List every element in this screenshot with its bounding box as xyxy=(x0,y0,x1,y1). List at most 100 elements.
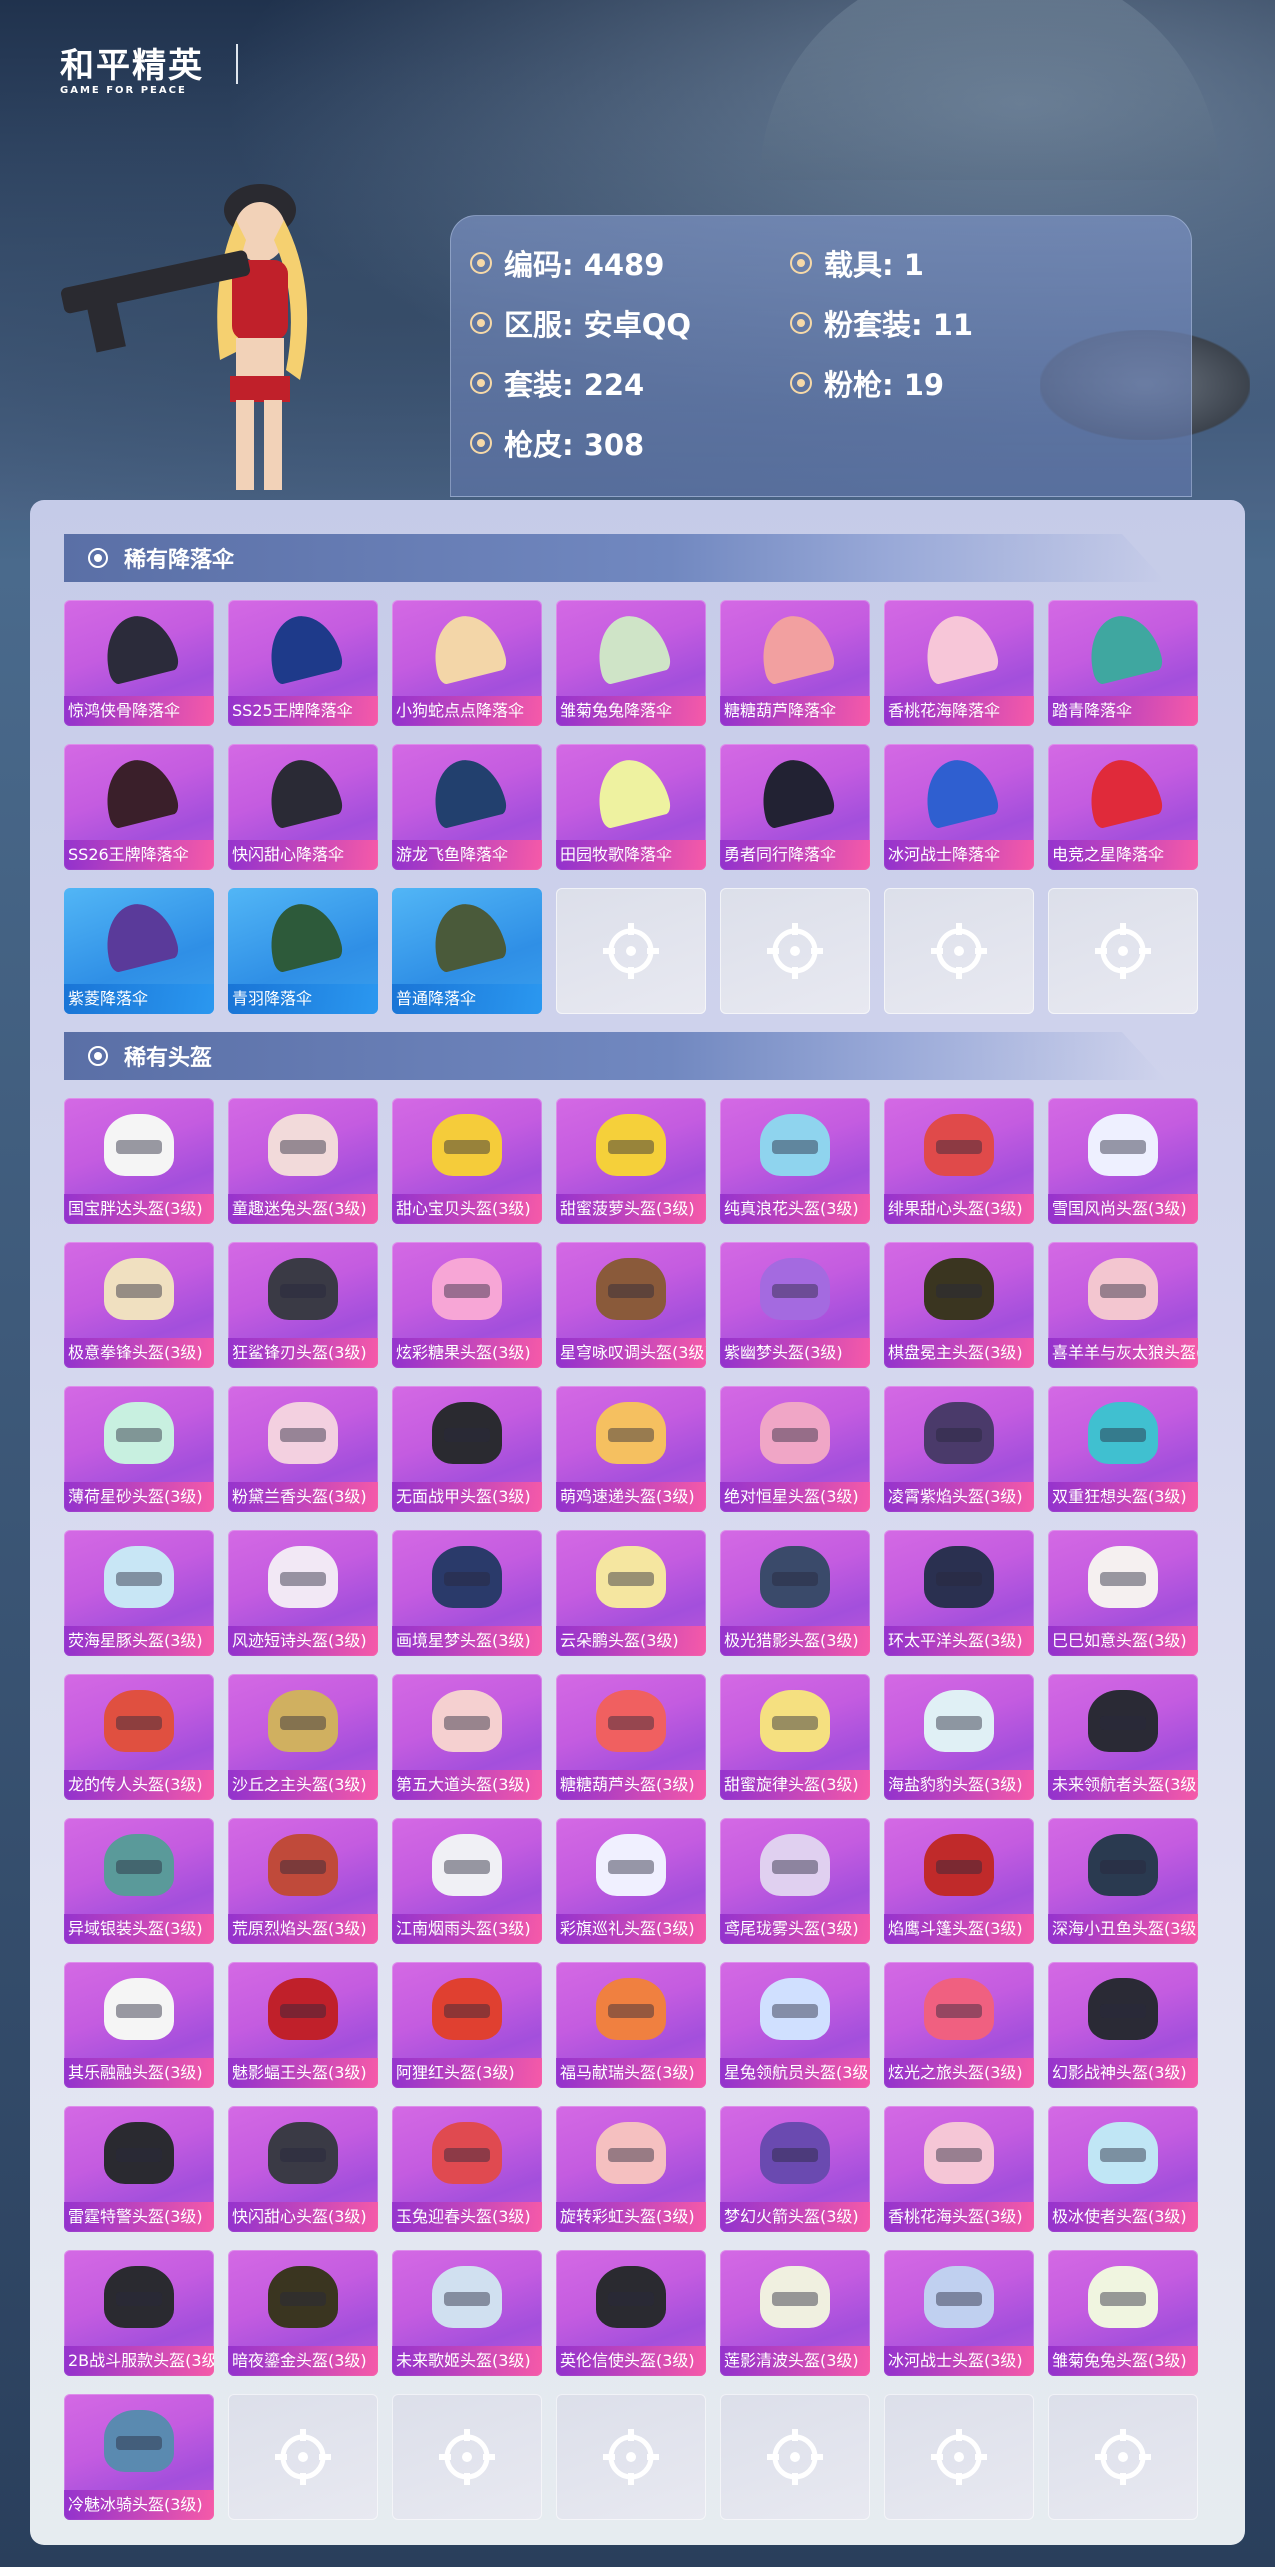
helmet-item[interactable]: 冰河战士头盔(3级) xyxy=(884,2250,1034,2376)
helmet-item[interactable]: 雷霆特警头盔(3级) xyxy=(64,2106,214,2232)
helmet-item[interactable]: 炫彩糖果头盔(3级) xyxy=(392,1242,542,1368)
helmet-item[interactable]: 棋盘冕主头盔(3级) xyxy=(884,1242,1034,1368)
helmet-item[interactable]: 粉黛兰香头盔(3级) xyxy=(228,1386,378,1512)
bullet-icon xyxy=(470,372,492,394)
helmet-item[interactable]: 绯果甜心头盔(3级) xyxy=(884,1098,1034,1224)
helmet-item[interactable]: 极冰使者头盔(3级) xyxy=(1048,2106,1198,2232)
empty-slot[interactable] xyxy=(556,888,706,1014)
empty-slot[interactable] xyxy=(720,2394,870,2520)
helmet-icon xyxy=(760,1402,830,1464)
parachute-icon xyxy=(261,896,345,974)
helmet-item[interactable]: 香桃花海头盔(3级) xyxy=(884,2106,1034,2232)
helmet-item[interactable]: 莲影清波头盔(3级) xyxy=(720,2250,870,2376)
helmet-item[interactable]: 薄荷星砂头盔(3级) xyxy=(64,1386,214,1512)
helmet-item[interactable]: 雏菊兔兔头盔(3级) xyxy=(1048,2250,1198,2376)
helmet-item[interactable]: 绝对恒星头盔(3级) xyxy=(720,1386,870,1512)
parachute-item[interactable]: SS25王牌降落伞 xyxy=(228,600,378,726)
logo-cn: 和平精英 xyxy=(60,46,204,86)
helmet-label: 星兔领航员头盔(3级) xyxy=(720,2058,870,2088)
helmet-item[interactable]: 纯真浪花头盔(3级) xyxy=(720,1098,870,1224)
empty-slot[interactable] xyxy=(1048,2394,1198,2520)
helmet-item[interactable]: 极意拳锋头盔(3级) xyxy=(64,1242,214,1368)
helmet-item[interactable]: 海盐豹豹头盔(3级) xyxy=(884,1674,1034,1800)
helmet-item[interactable]: 深海小丑鱼头盔(3级) xyxy=(1048,1818,1198,1944)
parachute-item[interactable]: 踏青降落伞 xyxy=(1048,600,1198,726)
helmet-item[interactable]: 焰鹰斗篷头盔(3级) xyxy=(884,1818,1034,1944)
helmet-item[interactable]: 巳巳如意头盔(3级) xyxy=(1048,1530,1198,1656)
parachute-label: 小狗蛇点点降落伞 xyxy=(392,696,542,726)
helmet-item[interactable]: 未来歌姬头盔(3级) xyxy=(392,2250,542,2376)
helmet-item[interactable]: 幻影战神头盔(3级) xyxy=(1048,1962,1198,2088)
empty-slot[interactable] xyxy=(720,888,870,1014)
parachute-item[interactable]: 香桃花海降落伞 xyxy=(884,600,1034,726)
helmet-item[interactable]: 玉兔迎春头盔(3级) xyxy=(392,2106,542,2232)
parachute-item[interactable]: 快闪甜心降落伞 xyxy=(228,744,378,870)
helmet-item[interactable]: 萌鸡速递头盔(3级) xyxy=(556,1386,706,1512)
parachute-item[interactable]: 糖糖葫芦降落伞 xyxy=(720,600,870,726)
helmet-item[interactable]: 沙丘之主头盔(3级) xyxy=(228,1674,378,1800)
helmet-item[interactable]: 画境星梦头盔(3级) xyxy=(392,1530,542,1656)
helmet-item[interactable]: 紫幽梦头盔(3级) xyxy=(720,1242,870,1368)
helmet-item[interactable]: 糖糖葫芦头盔(3级) xyxy=(556,1674,706,1800)
helmet-item[interactable]: 喜羊羊与灰太狼头盔(3级) xyxy=(1048,1242,1198,1368)
helmet-item[interactable]: 第五大道头盔(3级) xyxy=(392,1674,542,1800)
helmet-item[interactable]: 星穹咏叹调头盔(3级) xyxy=(556,1242,706,1368)
helmet-item[interactable]: 魅影蝠王头盔(3级) xyxy=(228,1962,378,2088)
helmet-item[interactable]: 风迹短诗头盔(3级) xyxy=(228,1530,378,1656)
parachute-label: SS26王牌降落伞 xyxy=(64,840,214,870)
helmet-item[interactable]: 雪国风尚头盔(3级) xyxy=(1048,1098,1198,1224)
helmet-item[interactable]: 极光猎影头盔(3级) xyxy=(720,1530,870,1656)
helmet-item[interactable]: 无面战甲头盔(3级) xyxy=(392,1386,542,1512)
helmet-item[interactable]: 暗夜鎏金头盔(3级) xyxy=(228,2250,378,2376)
helmet-item[interactable]: 梦幻火箭头盔(3级) xyxy=(720,2106,870,2232)
parachute-item[interactable]: 惊鸿侠骨降落伞 xyxy=(64,600,214,726)
helmet-item[interactable]: 甜蜜菠萝头盔(3级) xyxy=(556,1098,706,1224)
helmet-item[interactable]: 狂鲨锋刃头盔(3级) xyxy=(228,1242,378,1368)
parachute-item[interactable]: 冰河战士降落伞 xyxy=(884,744,1034,870)
helmet-icon xyxy=(432,1258,502,1320)
parachute-item[interactable]: SS26王牌降落伞 xyxy=(64,744,214,870)
helmet-item[interactable]: 福马献瑞头盔(3级) xyxy=(556,1962,706,2088)
empty-slot[interactable] xyxy=(556,2394,706,2520)
empty-slot[interactable] xyxy=(884,888,1034,1014)
helmet-item[interactable]: 英伦信使头盔(3级) xyxy=(556,2250,706,2376)
helmet-item[interactable]: 2B战斗服款头盔(3级) xyxy=(64,2250,214,2376)
helmet-item[interactable]: 异域银装头盔(3级) xyxy=(64,1818,214,1944)
helmet-item[interactable]: 旋转彩虹头盔(3级) xyxy=(556,2106,706,2232)
helmet-item[interactable]: 甜心宝贝头盔(3级) xyxy=(392,1098,542,1224)
helmet-item[interactable]: 环太平洋头盔(3级) xyxy=(884,1530,1034,1656)
helmet-label: 极意拳锋头盔(3级) xyxy=(64,1338,214,1368)
helmet-item[interactable]: 荧海星豚头盔(3级) xyxy=(64,1530,214,1656)
parachute-item[interactable]: 青羽降落伞 xyxy=(228,888,378,1014)
helmet-item[interactable]: 凌霄紫焰头盔(3级) xyxy=(884,1386,1034,1512)
parachute-item[interactable]: 普通降落伞 xyxy=(392,888,542,1014)
helmet-item[interactable]: 未来领航者头盔(3级) xyxy=(1048,1674,1198,1800)
empty-slot[interactable] xyxy=(228,2394,378,2520)
parachute-item[interactable]: 勇者同行降落伞 xyxy=(720,744,870,870)
helmet-item[interactable]: 阿狸红头盔(3级) xyxy=(392,1962,542,2088)
helmet-item[interactable]: 甜蜜旋律头盔(3级) xyxy=(720,1674,870,1800)
helmet-item[interactable]: 其乐融融头盔(3级) xyxy=(64,1962,214,2088)
helmet-item[interactable]: 冷魅冰骑头盔(3级) xyxy=(64,2394,214,2520)
helmet-item[interactable]: 江南烟雨头盔(3级) xyxy=(392,1818,542,1944)
parachute-item[interactable]: 田园牧歌降落伞 xyxy=(556,744,706,870)
parachute-item[interactable]: 雏菊兔兔降落伞 xyxy=(556,600,706,726)
parachute-item[interactable]: 紫菱降落伞 xyxy=(64,888,214,1014)
helmet-item[interactable]: 鸢尾珑雾头盔(3级) xyxy=(720,1818,870,1944)
helmet-item[interactable]: 荒原烈焰头盔(3级) xyxy=(228,1818,378,1944)
parachute-item[interactable]: 电竞之星降落伞 xyxy=(1048,744,1198,870)
empty-slot[interactable] xyxy=(884,2394,1034,2520)
parachute-item[interactable]: 游龙飞鱼降落伞 xyxy=(392,744,542,870)
parachute-item[interactable]: 小狗蛇点点降落伞 xyxy=(392,600,542,726)
helmet-item[interactable]: 国宝胖达头盔(3级) xyxy=(64,1098,214,1224)
helmet-item[interactable]: 云朵鹏头盔(3级) xyxy=(556,1530,706,1656)
empty-slot[interactable] xyxy=(392,2394,542,2520)
helmet-item[interactable]: 童趣迷兔头盔(3级) xyxy=(228,1098,378,1224)
helmet-item[interactable]: 星兔领航员头盔(3级) xyxy=(720,1962,870,2088)
helmet-item[interactable]: 双重狂想头盔(3级) xyxy=(1048,1386,1198,1512)
helmet-item[interactable]: 炫光之旅头盔(3级) xyxy=(884,1962,1034,2088)
helmet-item[interactable]: 龙的传人头盔(3级) xyxy=(64,1674,214,1800)
empty-slot[interactable] xyxy=(1048,888,1198,1014)
helmet-item[interactable]: 快闪甜心头盔(3级) xyxy=(228,2106,378,2232)
helmet-item[interactable]: 彩旗巡礼头盔(3级) xyxy=(556,1818,706,1944)
